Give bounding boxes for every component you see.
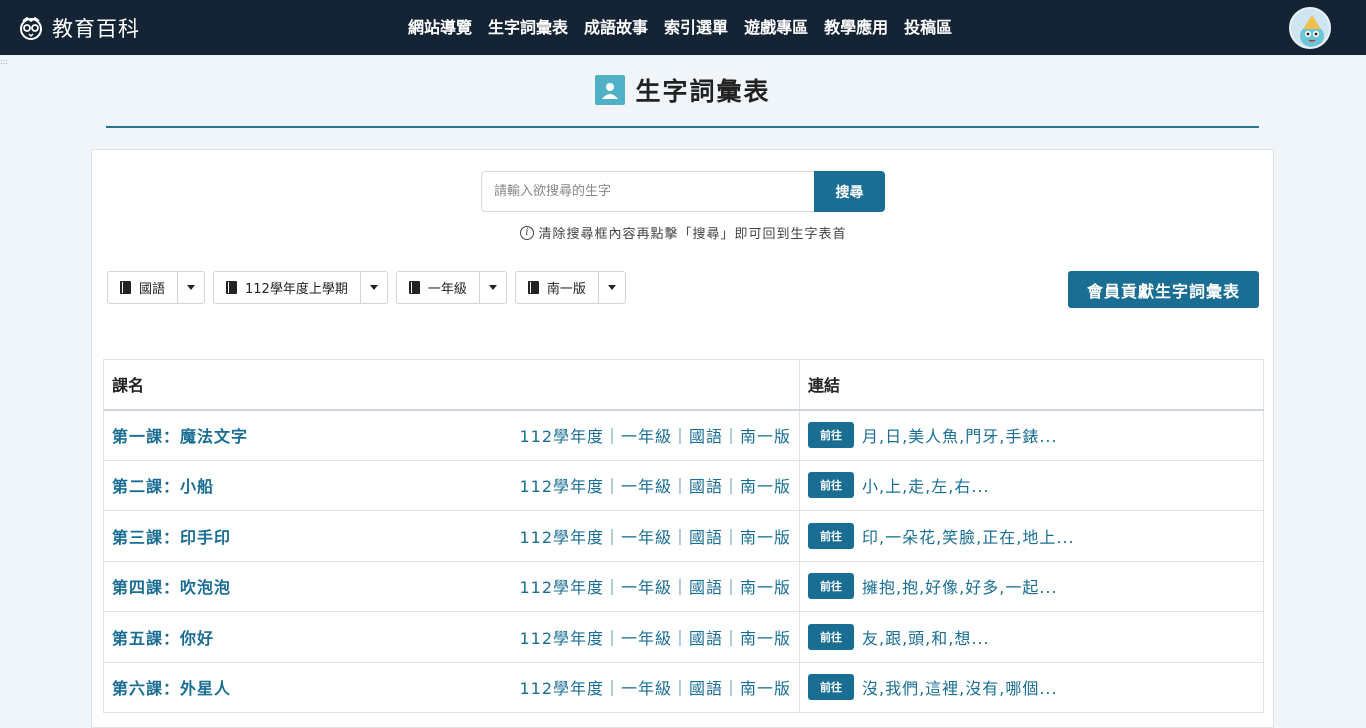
vocab-preview-link[interactable]: 月,日,美人魚,門牙,手錶...: [862, 423, 1058, 447]
corner-dots: :::: [0, 57, 9, 66]
table-row: 第四課：吹泡泡 112學年度｜一年級｜國語｜南一版 前往 擁抱,抱,好像,好多,…: [103, 560, 1264, 612]
publisher-dropdown[interactable]: 南一版: [514, 271, 626, 304]
search-button[interactable]: 搜尋: [814, 171, 885, 212]
caret-down-icon: [187, 285, 196, 290]
grade-dropdown-value: 一年級: [427, 282, 467, 297]
vocab-preview-link[interactable]: 友,跟,頭,和,想...: [862, 625, 990, 649]
go-button[interactable]: 前往: [808, 422, 854, 448]
go-button[interactable]: 前往: [808, 674, 854, 701]
term-dropdown-toggle[interactable]: [361, 272, 387, 303]
lesson-title-link[interactable]: 第一課：魔法文字: [112, 423, 248, 447]
go-button[interactable]: 前往: [808, 522, 854, 549]
nav-item-submissions[interactable]: 投稿區: [896, 0, 960, 55]
subject-dropdown-toggle[interactable]: [178, 272, 204, 303]
publisher-dropdown-toggle[interactable]: [599, 272, 625, 303]
main-nav: 網站導覽 生字詞彙表 成語故事 索引選單 遊戲專區 教學應用 投稿區: [400, 0, 960, 55]
table-header-row: 課名 連結: [103, 359, 1264, 411]
brand-link[interactable]: 教育百科: [18, 13, 140, 43]
caret-down-icon: [369, 285, 378, 290]
title-divider: [106, 126, 1259, 128]
caret-down-icon: [488, 285, 497, 290]
lesson-meta: 112學年度｜一年級｜國語｜南一版: [519, 679, 791, 699]
grade-dropdown[interactable]: 一年級: [395, 271, 507, 304]
page-title: 生字詞彙表: [635, 77, 771, 106]
vocab-preview-link[interactable]: 小,上,走,左,右...: [862, 473, 990, 497]
column-header-link: 連結: [799, 359, 1264, 411]
nav-item-idiom-stories[interactable]: 成語故事: [576, 0, 656, 55]
user-icon: [595, 75, 626, 105]
search-hint-text: 清除搜尋框內容再點擊「搜尋」即可回到生字表首: [538, 227, 847, 242]
owl-logo-icon: [20, 16, 42, 40]
subject-dropdown[interactable]: 國語: [107, 271, 206, 304]
table-row: 第六課：外星人 112學年度｜一年級｜國語｜南一版 前往 沒,我們,這裡,沒有,…: [103, 661, 1264, 713]
vocab-preview-link[interactable]: 印,一朵花,笑臉,正在,地上...: [862, 524, 1075, 548]
go-button[interactable]: 前往: [808, 623, 854, 650]
book-icon: [226, 281, 238, 294]
search-hint: i 清除搜尋框內容再點擊「搜尋」即可回到生字表首: [92, 223, 1275, 242]
top-navbar: 教育百科 網站導覽 生字詞彙表 成語故事 索引選單 遊戲專區 教學應用 投稿區: [0, 0, 1366, 55]
page-header: 生字詞彙表: [0, 70, 1366, 110]
mascot-avatar-icon: [1291, 9, 1329, 47]
filter-bar: 國語 112學年度上學期 一年級 南一版: [107, 271, 626, 304]
lesson-title-link[interactable]: 第五課：你好: [112, 625, 214, 649]
info-icon: i: [520, 225, 535, 240]
lesson-title-link[interactable]: 第三課：印手印: [112, 524, 231, 548]
lesson-meta: 112學年度｜一年級｜國語｜南一版: [519, 628, 791, 648]
term-dropdown[interactable]: 112學年度上學期: [213, 271, 388, 304]
column-header-lesson: 課名: [103, 359, 800, 411]
lesson-title-link[interactable]: 第二課：小船: [112, 473, 214, 497]
table-row: 第五課：你好 112學年度｜一年級｜國語｜南一版 前往 友,跟,頭,和,想...: [103, 611, 1264, 663]
go-button[interactable]: 前往: [808, 472, 854, 499]
lesson-table-panel: 課名 連結 第一課：魔法文字 112學年度｜一年級｜國語｜南一版 前往 月,日,…: [91, 348, 1274, 728]
table-row: 第二課：小船 112學年度｜一年級｜國語｜南一版 前往 小,上,走,左,右...: [103, 459, 1264, 511]
lesson-meta: 112學年度｜一年級｜國語｜南一版: [519, 578, 791, 598]
grade-dropdown-toggle[interactable]: [480, 272, 506, 303]
book-icon: [120, 281, 131, 294]
search-panel: 搜尋 i 清除搜尋框內容再點擊「搜尋」即可回到生字表首 國語 112學年度上學期: [91, 149, 1274, 349]
lesson-meta: 112學年度｜一年級｜國語｜南一版: [519, 427, 791, 446]
book-icon: [408, 281, 420, 294]
nav-item-teaching[interactable]: 教學應用: [816, 0, 896, 55]
book-icon: [527, 281, 539, 294]
caret-down-icon: [607, 285, 616, 290]
lesson-table: 課名 連結 第一課：魔法文字 112學年度｜一年級｜國語｜南一版 前往 月,日,…: [103, 359, 1264, 713]
nav-item-site-guide[interactable]: 網站導覽: [400, 0, 480, 55]
search-input[interactable]: [481, 171, 814, 212]
lesson-title-link[interactable]: 第四課：吹泡泡: [112, 574, 231, 598]
nav-item-index-menu[interactable]: 索引選單: [656, 0, 736, 55]
user-avatar[interactable]: [1289, 7, 1331, 49]
lesson-title-link[interactable]: 第六課：外星人: [112, 675, 231, 699]
vocab-preview-link[interactable]: 沒,我們,這裡,沒有,哪個...: [862, 675, 1058, 699]
nav-item-games[interactable]: 遊戲專區: [736, 0, 816, 55]
vocab-preview-link[interactable]: 擁抱,抱,好像,好多,一起...: [862, 574, 1058, 598]
lesson-meta: 112學年度｜一年級｜國語｜南一版: [519, 527, 791, 547]
search-bar: 搜尋: [481, 171, 885, 212]
table-row: 第三課：印手印 112學年度｜一年級｜國語｜南一版 前往 印,一朵花,笑臉,正在…: [103, 510, 1264, 562]
nav-item-vocabulary[interactable]: 生字詞彙表: [480, 0, 576, 55]
contribute-vocabulary-button[interactable]: 會員貢獻生字詞彙表: [1068, 271, 1259, 308]
lesson-meta: 112學年度｜一年級｜國語｜南一版: [519, 477, 791, 497]
subject-dropdown-value: 國語: [139, 282, 166, 297]
term-dropdown-value: 112學年度上學期: [245, 282, 348, 297]
go-button[interactable]: 前往: [808, 573, 854, 600]
brand-name: 教育百科: [52, 17, 140, 41]
publisher-dropdown-value: 南一版: [546, 282, 586, 297]
table-row: 第一課：魔法文字 112學年度｜一年級｜國語｜南一版 前往 月,日,美人魚,門牙…: [103, 409, 1264, 461]
